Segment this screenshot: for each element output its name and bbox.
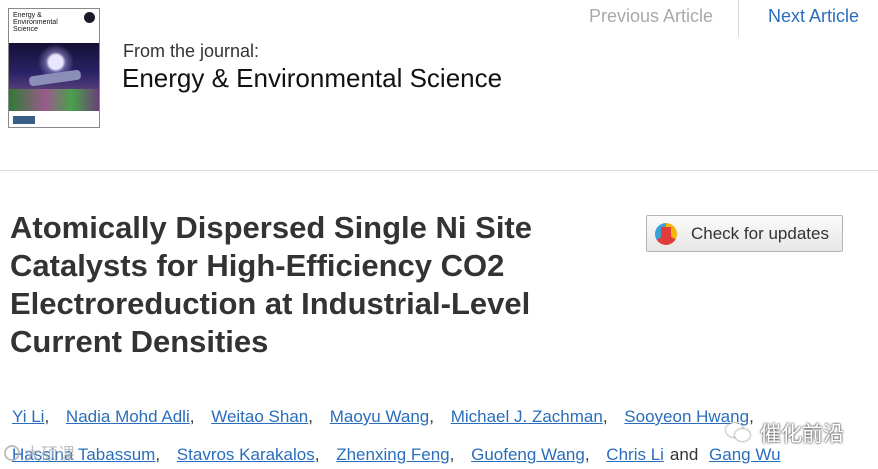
cover-figure — [28, 69, 82, 87]
rsc-logo-icon — [13, 116, 35, 124]
cover-footer — [9, 111, 99, 127]
author-separator: , — [314, 445, 320, 464]
watermark-left-text: 大硕课 — [24, 445, 75, 464]
nav-divider — [738, 0, 739, 37]
watermark-right: 催化前沿 — [726, 418, 844, 448]
author-separator: , — [584, 445, 590, 464]
cover-artwork — [9, 43, 99, 111]
journal-from-label: From the journal: — [123, 41, 260, 61]
cover-logo-icon — [84, 12, 95, 23]
crossmark-icon — [655, 222, 677, 245]
article-title: Atomically Dispersed Single Ni Site Cata… — [10, 210, 532, 359]
author-link[interactable]: Zhenxing Feng — [336, 445, 449, 464]
previous-article-link: Previous Article — [589, 6, 714, 26]
author-link[interactable]: Guofeng Wang — [471, 445, 585, 464]
watermark-right-text: 催化前沿 — [760, 423, 844, 446]
author-link[interactable]: Michael J. Zachman — [451, 407, 603, 426]
wechat-icon — [726, 423, 752, 443]
author-separator: , — [429, 407, 434, 426]
article-page: Energy & Environmental Science From the … — [0, 0, 878, 469]
cover-ground — [9, 89, 99, 111]
author-separator: , — [308, 407, 313, 426]
cover-header: Energy & Environmental Science — [9, 9, 99, 43]
cover-title: Energy & Environmental Science — [13, 12, 58, 33]
author-link[interactable]: Nadia Mohd Adli — [66, 407, 190, 426]
watermark-left: 大硕课 — [4, 440, 75, 465]
author-separator: , — [449, 445, 455, 464]
watermark-logo-icon — [4, 444, 20, 461]
and-conjunction: and — [669, 445, 699, 464]
author-link[interactable]: Maoyu Wang — [330, 407, 430, 426]
author-separator: , — [44, 407, 50, 426]
check-for-updates-label: Check for updates — [691, 223, 829, 243]
journal-cover-image[interactable]: Energy & Environmental Science — [8, 8, 100, 128]
header-divider — [0, 170, 878, 171]
journal-name-link[interactable]: Energy & Environmental Science — [122, 63, 502, 94]
check-for-updates-button[interactable]: Check for updates — [646, 215, 843, 252]
author-link[interactable]: Stavros Karakalos — [177, 445, 315, 464]
author-link[interactable]: Yi Li — [12, 407, 44, 426]
author-separator: , — [602, 407, 608, 426]
next-article-link[interactable]: Next Article — [768, 6, 859, 27]
author-link[interactable]: Weitao Shan — [211, 407, 308, 426]
author-separator: , — [155, 445, 161, 464]
author-separator: , — [189, 407, 195, 426]
author-link[interactable]: Chris Li — [606, 445, 664, 464]
